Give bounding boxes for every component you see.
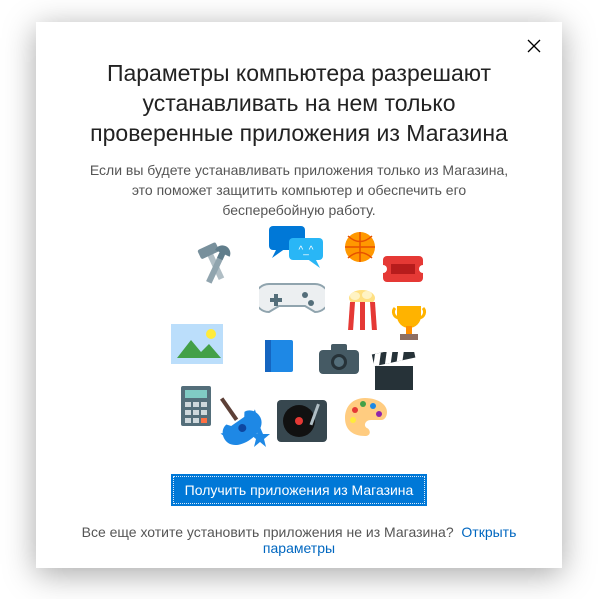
popcorn-icon: [345, 288, 379, 337]
basketball-icon: [343, 230, 377, 269]
illustration: ^_^: [149, 230, 449, 460]
dialog-title: Параметры компьютера разрешают устанавли…: [68, 58, 530, 148]
star-icon: [249, 426, 271, 453]
gamepad-icon: [259, 276, 325, 325]
footer-question: Все еще хотите установить приложения не …: [68, 524, 530, 556]
dialog-subtitle: Если вы будете устанавливать приложения …: [79, 160, 519, 220]
book-icon: [259, 336, 299, 381]
store-warning-dialog: Параметры компьютера разрешают устанавли…: [36, 22, 562, 568]
turntable-icon: [275, 392, 329, 451]
clapperboard-icon: [371, 352, 417, 397]
close-button[interactable]: [520, 34, 548, 62]
get-apps-button[interactable]: Получить приложения из Магазина: [171, 474, 428, 506]
close-icon: [527, 39, 541, 58]
footer-question-text: Все еще хотите установить приложения не …: [82, 524, 454, 540]
trophy-icon: [389, 302, 429, 349]
palette-icon: [341, 394, 389, 443]
ticket-icon: [381, 254, 425, 289]
chat-icon: ^_^: [267, 224, 325, 277]
tools-icon: [189, 240, 243, 299]
camera-icon: [317, 342, 361, 381]
svg-text:^_^: ^_^: [299, 245, 314, 256]
picture-icon: [169, 322, 225, 371]
